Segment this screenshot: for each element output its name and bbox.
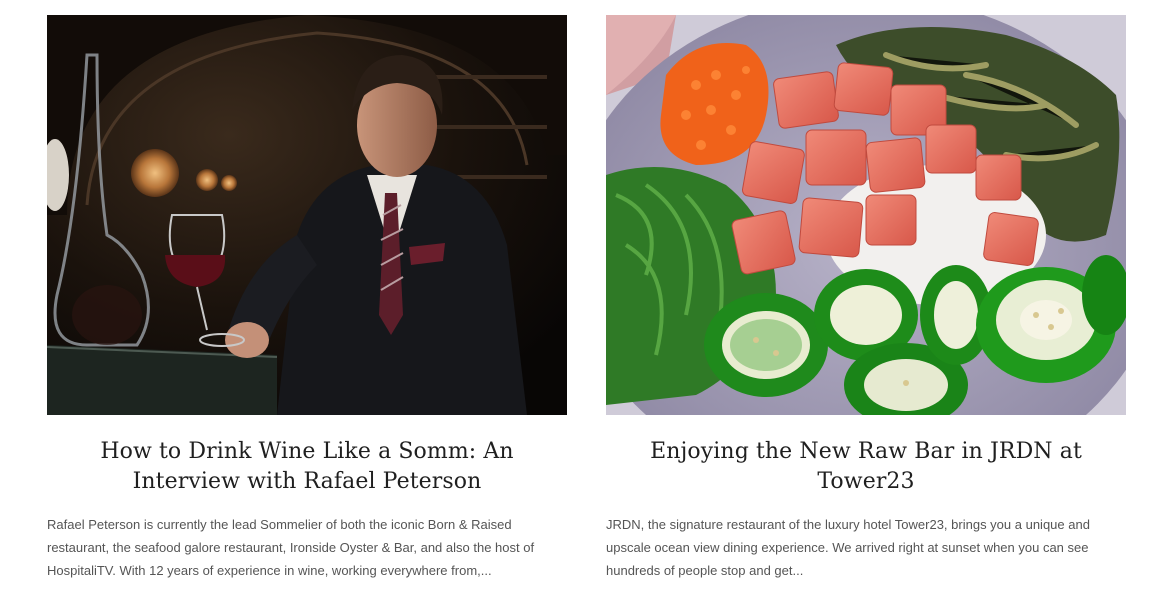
blog-post-grid: How to Drink Wine Like a Somm: An Interv… xyxy=(0,0,1169,600)
post-excerpt: JRDN, the signature restaurant of the lu… xyxy=(606,517,1090,578)
post-card-somm-interview: How to Drink Wine Like a Somm: An Interv… xyxy=(47,15,567,582)
post-title[interactable]: How to Drink Wine Like a Somm: An Interv… xyxy=(47,437,567,497)
post-title[interactable]: Enjoying the New Raw Bar in JRDN at Towe… xyxy=(606,437,1126,497)
poke-bowl-photo xyxy=(606,15,1126,415)
post-card-jrdn-raw-bar: Enjoying the New Raw Bar in JRDN at Towe… xyxy=(606,15,1126,582)
post-thumbnail-link[interactable] xyxy=(606,15,1126,415)
post-thumbnail-link[interactable] xyxy=(47,15,567,415)
sommelier-photo xyxy=(47,15,567,415)
post-excerpt: Rafael Peterson is currently the lead So… xyxy=(47,517,535,578)
